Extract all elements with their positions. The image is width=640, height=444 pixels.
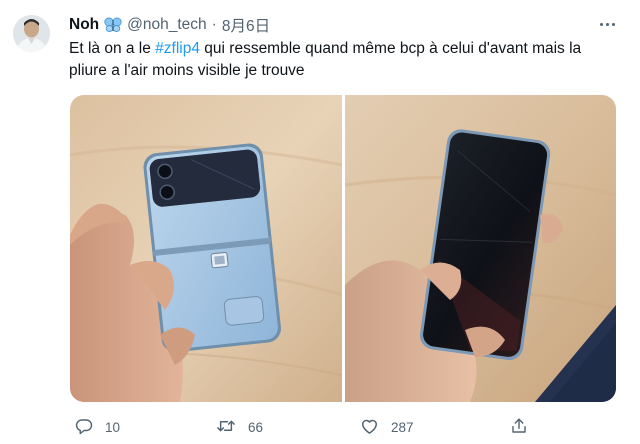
tweet-text-before-hashtag: Et là on a le	[69, 40, 156, 57]
reply-button[interactable]: 10	[75, 414, 120, 440]
more-dots-icon[interactable]	[596, 16, 618, 32]
tweet-text-line-2: pliure a l'air moins visible je trouve	[69, 62, 305, 79]
photo-folded-phone[interactable]	[70, 95, 342, 402]
tweet-text-after-hashtag: qui ressemble quand même bcp à celui d'a…	[199, 40, 582, 57]
tweet-card[interactable]: Noh @noh_tech · 8月6日 Et là on a le #zfli…	[0, 0, 640, 444]
share-icon	[510, 417, 528, 438]
tweet-text-line-1: Et là on a le #zflip4 qui ressemble quan…	[69, 38, 617, 60]
separator-dot: ·	[211, 16, 217, 33]
heart-icon	[360, 417, 379, 438]
user-handle[interactable]: @noh_tech	[127, 16, 207, 34]
display-name[interactable]: Noh	[69, 16, 99, 34]
reply-icon	[75, 417, 93, 438]
retweet-count: 66	[248, 419, 264, 435]
hashtag-link[interactable]: #zflip4	[155, 40, 200, 57]
like-button[interactable]: 287	[360, 414, 414, 440]
share-button[interactable]	[510, 414, 528, 440]
photo-unfolded-phone[interactable]	[344, 95, 617, 402]
like-count: 287	[391, 419, 414, 435]
tweet-actions: 10 66 287	[70, 414, 540, 440]
retweet-button[interactable]: 66	[216, 414, 263, 440]
avatar-image	[13, 15, 50, 52]
tweet-header: Noh @noh_tech · 8月6日	[69, 14, 270, 36]
avatar[interactable]	[13, 15, 50, 52]
tweet-date[interactable]: 8月6日	[222, 14, 270, 36]
tweet-text: Et là on a le #zflip4 qui ressemble quan…	[69, 38, 617, 82]
retweet-icon	[216, 417, 236, 438]
media-grid	[70, 95, 616, 402]
butterfly-emoji-icon	[104, 17, 122, 33]
reply-count: 10	[105, 419, 121, 435]
